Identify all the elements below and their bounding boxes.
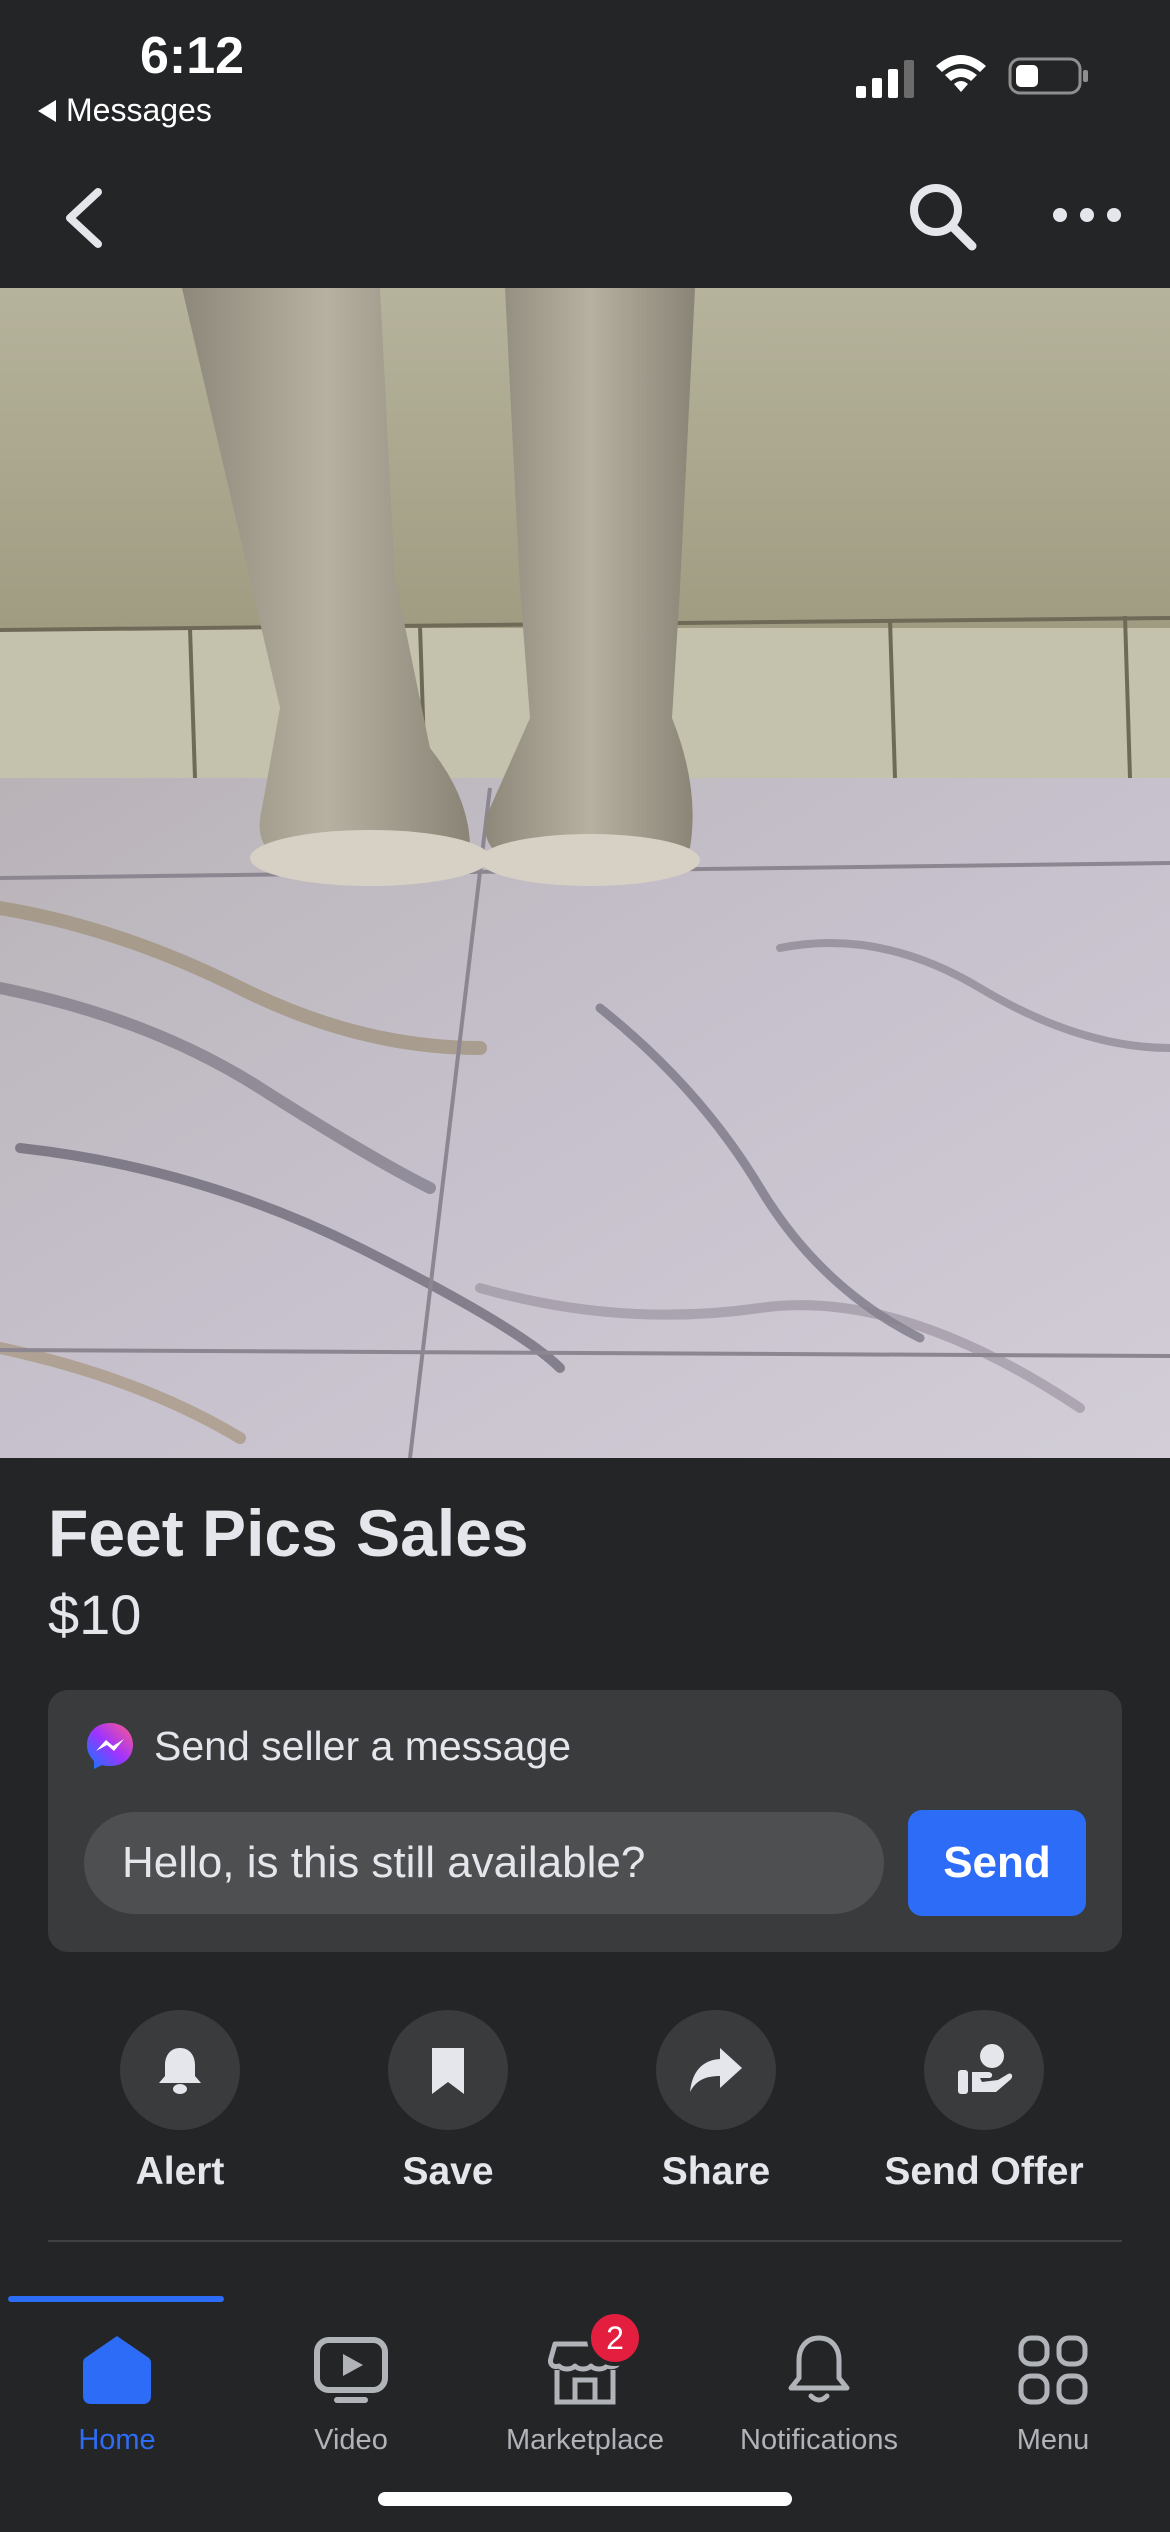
share-arrow-icon [690, 2048, 742, 2092]
menu-grid-icon [1013, 2330, 1093, 2410]
save-button[interactable]: Save [318, 2010, 578, 2194]
back-triangle-icon [38, 99, 56, 122]
tab-home-label: Home [78, 2424, 156, 2456]
save-circle [388, 2010, 508, 2130]
search-icon[interactable] [906, 180, 978, 252]
listing-photo[interactable] [0, 288, 1170, 1458]
home-icon [77, 2330, 157, 2410]
bell-icon [159, 2048, 201, 2094]
listing-price: $10 [48, 1583, 142, 1646]
messenger-icon [87, 1723, 133, 1769]
share-button[interactable]: Share [586, 2010, 846, 2194]
send-button[interactable]: Send [908, 1810, 1086, 1916]
marketplace-listing-screen: 6:12 Messages Feet Pics Sales $10 Send s… [0, 0, 1170, 2532]
signal-icon [856, 60, 914, 98]
nav-bar [0, 160, 1170, 286]
tab-notifications[interactable]: Notifications [702, 2330, 936, 2457]
message-card-title: Send seller a message [154, 1722, 572, 1769]
tab-marketplace[interactable]: 2 Marketplace [468, 2310, 702, 2457]
back-chevron-icon[interactable] [58, 182, 108, 254]
home-indicator [378, 2492, 792, 2506]
send-offer-label: Send Offer [884, 2150, 1084, 2193]
tab-marketplace-label: Marketplace [506, 2424, 664, 2456]
tab-home[interactable]: Home [0, 2330, 234, 2457]
tab-video-label: Video [314, 2424, 388, 2456]
listing-photo-image [0, 288, 1170, 1458]
share-circle [656, 2010, 776, 2130]
section-divider [48, 2240, 1122, 2242]
status-bar: 6:12 Messages [0, 0, 1170, 140]
status-time: 6:12 [140, 27, 245, 85]
send-seller-message-card: Send seller a message Send [48, 1690, 1122, 1952]
back-app-label: Messages [66, 92, 212, 128]
tab-notifications-label: Notifications [740, 2424, 898, 2456]
more-icon[interactable] [1052, 200, 1122, 230]
save-label: Save [402, 2150, 494, 2193]
bookmark-icon [432, 2048, 464, 2094]
message-card-header: Send seller a message [84, 1720, 571, 1772]
active-tab-indicator [8, 2296, 224, 2302]
listing-actions: Alert Save Share Send Offer [48, 2010, 1122, 2200]
offer-hand-icon [958, 2044, 1013, 2094]
alert-label: Alert [135, 2150, 225, 2193]
share-label: Share [661, 2150, 771, 2193]
wifi-icon [936, 55, 986, 92]
alert-circle [120, 2010, 240, 2130]
bell-icon [779, 2330, 859, 2410]
battery-icon [1008, 57, 1088, 95]
tab-menu-label: Menu [1016, 2424, 1090, 2456]
send-offer-button[interactable]: Send Offer [854, 2010, 1114, 2194]
video-icon [311, 2330, 391, 2410]
listing-title: Feet Pics Sales [48, 1496, 529, 1570]
marketplace-icon: 2 [545, 2310, 643, 2410]
tab-video[interactable]: Video [234, 2330, 468, 2457]
send-offer-circle [924, 2010, 1044, 2130]
alert-button[interactable]: Alert [50, 2010, 310, 2194]
message-input[interactable] [84, 1812, 884, 1914]
marketplace-badge: 2 [587, 2310, 643, 2366]
tab-menu[interactable]: Menu [936, 2330, 1170, 2457]
back-to-messages-link[interactable]: Messages [38, 92, 212, 129]
